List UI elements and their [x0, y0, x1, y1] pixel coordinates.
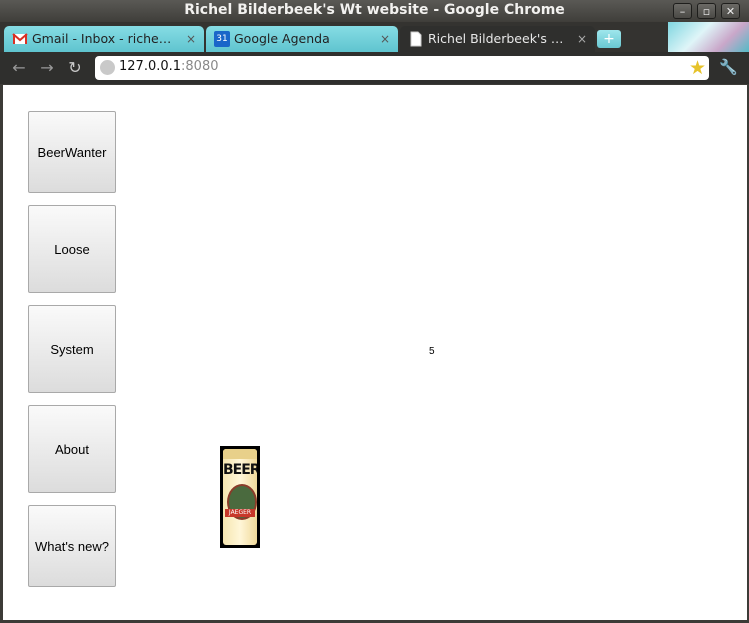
bookmark-star-icon[interactable]: ★ [689, 56, 706, 80]
beer-can-text: BEER [223, 462, 257, 478]
tab-google-agenda[interactable]: 31 Google Agenda × [206, 26, 398, 52]
menu-button-beerwanter[interactable]: BeerWanter [28, 111, 116, 193]
tab-label: Google Agenda [234, 31, 330, 46]
tab-close-icon[interactable]: × [577, 26, 587, 52]
page-icon [410, 31, 422, 47]
window-title: Richel Bilderbeek's Wt website - Google … [184, 2, 565, 18]
close-window-button[interactable]: ✕ [721, 3, 740, 19]
menu-button-about[interactable]: About [28, 405, 116, 493]
menu-button-loose[interactable]: Loose [28, 205, 116, 293]
tab-close-icon[interactable]: × [186, 26, 196, 52]
new-tab-button[interactable]: + [597, 30, 621, 48]
url-text[interactable]: 127.0.0.1:8080 [119, 59, 219, 74]
theme-artwork [668, 22, 749, 52]
beer-can-image[interactable]: BEER JAEGER [220, 446, 260, 548]
wrench-icon[interactable]: 🔧 [719, 58, 738, 76]
reload-icon[interactable]: ↻ [65, 58, 85, 78]
beer-can-label: JAEGER [225, 509, 255, 517]
forward-arrow-icon[interactable]: → [37, 58, 57, 78]
maximize-button[interactable]: ▫ [697, 3, 716, 19]
url-port: :8080 [181, 59, 219, 74]
tab-gmail[interactable]: Gmail - Inbox - richelbild... × [4, 26, 204, 52]
tab-strip: Gmail - Inbox - richelbild... × 31 Googl… [0, 22, 749, 52]
address-bar[interactable]: 127.0.0.1:8080 ★ [95, 56, 709, 80]
menu-button-system[interactable]: System [28, 305, 116, 393]
tab-richel-wt[interactable]: Richel Bilderbeek's Wt ... × [400, 26, 595, 52]
globe-icon [100, 60, 115, 75]
url-host: 127.0.0.1 [119, 59, 182, 74]
can-rim [223, 449, 257, 459]
beer-can: BEER JAEGER [223, 449, 257, 545]
tab-label: Gmail - Inbox - richelbild... [32, 31, 172, 46]
calendar-icon: 31 [214, 31, 230, 47]
tab-close-icon[interactable]: × [380, 26, 390, 52]
gmail-icon [12, 33, 28, 44]
back-arrow-icon[interactable]: ← [9, 58, 29, 78]
window-titlebar: Richel Bilderbeek's Wt website - Google … [0, 0, 749, 22]
minimize-button[interactable]: – [673, 3, 692, 19]
tab-label: Richel Bilderbeek's Wt ... [428, 31, 573, 46]
menu-button-whats-new[interactable]: What's new? [28, 505, 116, 587]
beer-counter: 5 [429, 346, 435, 357]
browser-toolbar: ← → ↻ 127.0.0.1:8080 ★ 🔧 [0, 52, 749, 84]
page-content: BeerWanter Loose System About What's new… [3, 85, 747, 620]
